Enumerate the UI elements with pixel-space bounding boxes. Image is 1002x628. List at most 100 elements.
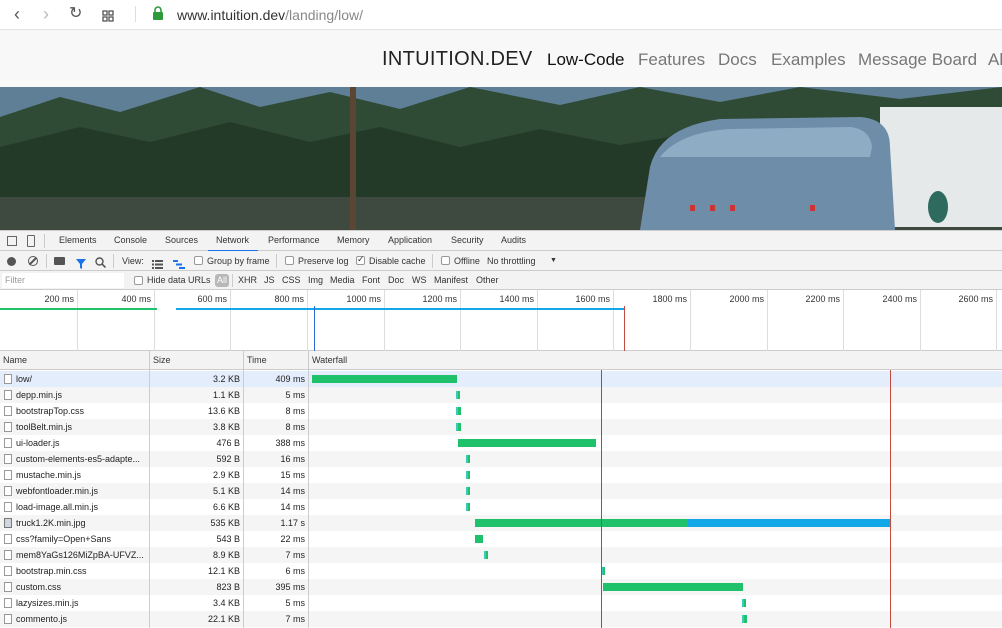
request-name[interactable]: ui-loader.js <box>16 438 148 448</box>
request-row[interactable]: toolBelt.min.js 3.8 KB 8 ms <box>0 419 1002 435</box>
column-time[interactable]: Time <box>247 355 267 365</box>
request-name[interactable]: low/ <box>16 374 148 384</box>
request-row[interactable]: bootstrapTop.css 13.6 KB 8 ms <box>0 403 1002 419</box>
throttling-select[interactable]: No throttling <box>487 256 536 266</box>
request-row[interactable]: custom.css 823 B 395 ms <box>0 579 1002 595</box>
request-size: 22.1 KB <box>207 614 240 624</box>
inspect-element-icon[interactable] <box>7 236 17 246</box>
device-toolbar-icon[interactable] <box>27 235 35 247</box>
request-time: 22 ms <box>280 534 305 544</box>
offline-label: Offline <box>454 256 480 266</box>
request-time: 395 ms <box>275 582 305 592</box>
filter-type-all[interactable]: All <box>215 274 229 287</box>
filter-type-img[interactable]: Img <box>308 275 323 285</box>
request-row[interactable]: mem8YaGs126MiZpBA-UFVZ... 8.9 KB 7 ms <box>0 547 1002 563</box>
request-row[interactable]: load-image.all.min.js 6.6 KB 14 ms <box>0 499 1002 515</box>
request-name[interactable]: commento.js <box>16 614 148 624</box>
request-time: 7 ms <box>285 614 305 624</box>
request-name[interactable]: custom-elements-es5-adapte... <box>16 454 148 464</box>
filter-divider <box>232 274 233 287</box>
tab-network[interactable]: Network <box>216 235 249 245</box>
chevron-down-icon[interactable]: ▼ <box>550 257 557 264</box>
request-name[interactable]: bootstrapTop.css <box>16 406 148 416</box>
clear-icon[interactable] <box>28 256 38 266</box>
tab-sources[interactable]: Sources <box>165 235 198 245</box>
tab-elements[interactable]: Elements <box>59 235 97 245</box>
overview-load-marker <box>624 306 626 351</box>
request-row[interactable]: bootstrap.min.css 12.1 KB 6 ms <box>0 563 1002 579</box>
offline-checkbox[interactable] <box>441 256 450 265</box>
filter-type-doc[interactable]: Doc <box>388 275 404 285</box>
overview-tick-label: 2000 ms <box>729 294 764 304</box>
document-file-icon <box>4 390 12 400</box>
nav-features[interactable]: Features <box>638 50 705 70</box>
group-by-frame-checkbox[interactable] <box>194 256 203 265</box>
column-waterfall[interactable]: Waterfall <box>312 355 347 365</box>
filter-type-other[interactable]: Other <box>476 275 499 285</box>
tab-console[interactable]: Console <box>114 235 147 245</box>
site-brand[interactable]: INTUITION.DEV <box>382 48 533 71</box>
filter-type-xhr[interactable]: XHR <box>238 275 257 285</box>
nav-message-board[interactable]: Message Board <box>858 50 977 70</box>
tab-security[interactable]: Security <box>451 235 484 245</box>
request-name[interactable]: mustache.min.js <box>16 470 148 480</box>
dom-content-loaded-marker <box>601 370 603 628</box>
nav-more[interactable]: Al <box>988 50 1002 70</box>
waterfall-bar <box>458 439 596 447</box>
url-path: /landing/low/ <box>285 7 363 23</box>
request-row[interactable]: custom-elements-es5-adapte... 592 B 16 ms <box>0 451 1002 467</box>
disable-cache-checkbox[interactable] <box>356 254 365 265</box>
request-name[interactable]: lazysizes.min.js <box>16 598 148 608</box>
request-name[interactable]: toolBelt.min.js <box>16 422 148 432</box>
tab-memory[interactable]: Memory <box>337 235 370 245</box>
request-name[interactable]: depp.min.js <box>16 390 148 400</box>
request-row[interactable]: depp.min.js 1.1 KB 5 ms <box>0 387 1002 403</box>
request-name[interactable]: webfontloader.min.js <box>16 486 148 496</box>
record-icon[interactable] <box>7 257 16 266</box>
nav-examples[interactable]: Examples <box>771 50 846 70</box>
timeline-overview[interactable]: 200 ms 400 ms 600 ms 800 ms 1000 ms 1200 ms 14… <box>0 290 1002 351</box>
filter-type-manifest[interactable]: Manifest <box>434 275 468 285</box>
request-row[interactable]: css?family=Open+Sans 543 B 22 ms <box>0 531 1002 547</box>
hide-data-urls-checkbox[interactable] <box>134 276 143 285</box>
filter-type-font[interactable]: Font <box>362 275 380 285</box>
request-row[interactable]: webfontloader.min.js 5.1 KB 14 ms <box>0 483 1002 499</box>
tab-application[interactable]: Application <box>388 235 432 245</box>
request-row[interactable]: truck1.2K.min.jpg 535 KB 1.17 s <box>0 515 1002 531</box>
nav-low-code[interactable]: Low-Code <box>547 50 625 70</box>
apps-grid-icon[interactable] <box>102 9 114 22</box>
request-name[interactable]: mem8YaGs126MiZpBA-UFVZ... <box>16 550 148 560</box>
filter-type-js[interactable]: JS <box>264 275 275 285</box>
request-row[interactable]: lazysizes.min.js 3.4 KB 5 ms <box>0 595 1002 611</box>
request-row[interactable]: mustache.min.js 2.9 KB 15 ms <box>0 467 1002 483</box>
filter-type-ws[interactable]: WS <box>412 275 427 285</box>
request-size: 1.1 KB <box>212 390 240 400</box>
request-row[interactable]: commento.js 22.1 KB 7 ms <box>0 611 1002 627</box>
overview-grid-line <box>384 290 385 351</box>
tab-performance[interactable]: Performance <box>268 235 320 245</box>
camera-icon[interactable] <box>54 257 65 265</box>
request-name[interactable]: truck1.2K.min.jpg <box>16 518 148 528</box>
filter-input[interactable]: Filter <box>2 273 124 288</box>
preserve-log-checkbox[interactable] <box>285 256 294 265</box>
column-divider <box>243 351 244 628</box>
request-name[interactable]: css?family=Open+Sans <box>16 534 148 544</box>
forward-icon[interactable]: › <box>43 4 49 24</box>
nav-docs[interactable]: Docs <box>718 50 757 70</box>
filter-type-media[interactable]: Media <box>330 275 355 285</box>
request-row[interactable]: low/3.2 KB 409 ms <box>0 371 1002 387</box>
request-row[interactable]: ui-loader.js 476 B 388 ms <box>0 435 1002 451</box>
filter-type-css[interactable]: CSS <box>282 275 301 285</box>
request-name[interactable]: load-image.all.min.js <box>16 502 148 512</box>
back-icon[interactable]: ‹ <box>14 4 20 24</box>
column-size[interactable]: Size <box>153 355 171 365</box>
waterfall-bar <box>312 375 457 383</box>
waterfall-bar <box>602 567 605 575</box>
request-size: 823 B <box>216 582 240 592</box>
column-name[interactable]: Name <box>3 355 27 365</box>
request-name[interactable]: bootstrap.min.css <box>16 566 148 576</box>
reload-icon[interactable]: ↻ <box>69 4 82 24</box>
tab-audits[interactable]: Audits <box>501 235 526 245</box>
request-name[interactable]: custom.css <box>16 582 148 592</box>
address-bar[interactable]: www.intuition.dev/landing/low/ <box>177 7 363 23</box>
